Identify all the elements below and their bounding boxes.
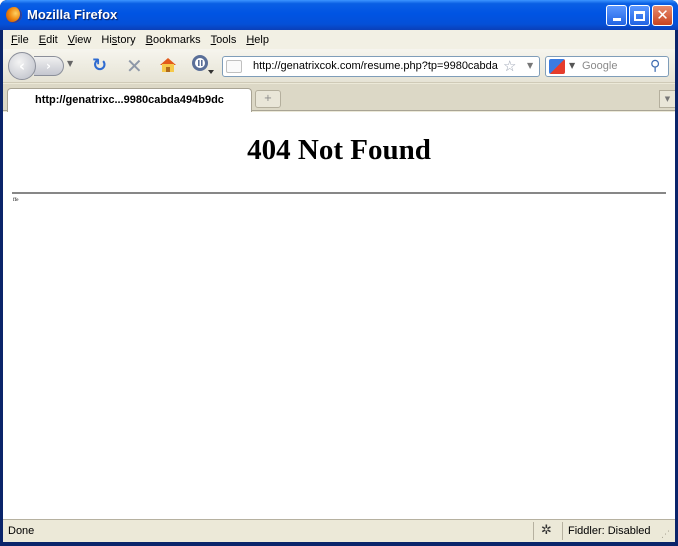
maximize-button[interactable] [629, 5, 650, 26]
url-input[interactable]: http://genatrixcok.com/resume.php?tp=998… [253, 60, 498, 72]
menu-view[interactable]: View [65, 34, 99, 46]
menu-history[interactable]: History [98, 34, 142, 46]
url-bar[interactable]: http://genatrixcok.com/resume.php?tp=998… [222, 56, 540, 77]
browser-window: Mozilla Firefox ✕ File Edit View History… [0, 0, 678, 546]
menu-bookmarks[interactable]: Bookmarks [143, 34, 208, 46]
page-heading: 404 Not Found [247, 134, 431, 166]
close-icon: ✕ [656, 6, 669, 24]
google-icon[interactable] [549, 59, 565, 74]
minimize-button[interactable] [606, 5, 627, 26]
forward-icon: › [46, 59, 51, 73]
resize-grip[interactable]: ⋰ [661, 530, 673, 542]
tab-strip: http://genatrixc...9980cabda494b9dc + ▼ [3, 84, 675, 112]
tab-list-icon[interactable]: ▼ [659, 90, 675, 108]
home-icon[interactable] [158, 55, 178, 75]
search-icon[interactable]: ⚲ [650, 58, 660, 74]
status-separator [533, 522, 534, 540]
title-bar[interactable]: Mozilla Firefox ✕ [0, 0, 678, 30]
back-button[interactable]: ‹ [8, 52, 36, 80]
close-button[interactable]: ✕ [652, 5, 673, 26]
search-input[interactable]: Google [582, 60, 617, 72]
fiddler-status[interactable]: Fiddler: Disabled [568, 525, 651, 537]
minimize-icon [612, 18, 621, 21]
history-dropdown-icon[interactable]: ▼ [67, 59, 77, 73]
stop-icon[interactable]: ✕ [126, 56, 146, 76]
maximize-icon [634, 10, 645, 21]
fiddler-icon[interactable]: ✲ [541, 523, 557, 539]
new-tab-icon[interactable]: + [255, 90, 281, 108]
search-box[interactable]: ▼ Google ⚲ [545, 56, 669, 77]
forward-button[interactable]: › [34, 56, 64, 76]
page-content: 404 Not Found ffe [3, 112, 675, 519]
url-dropdown-icon[interactable]: ▼ [527, 61, 533, 70]
menu-edit[interactable]: Edit [36, 34, 65, 46]
status-separator [562, 522, 563, 540]
addon-icon[interactable] [189, 53, 215, 77]
divider [12, 192, 666, 194]
star-icon[interactable]: ☆ [503, 57, 516, 75]
tab-label: http://genatrixc...9980cabda494b9dc [35, 94, 224, 106]
site-identity-icon[interactable] [226, 60, 242, 73]
menu-tools[interactable]: Tools [208, 34, 244, 46]
window-title: Mozilla Firefox [27, 7, 118, 22]
tab-active[interactable]: http://genatrixc...9980cabda494b9dc [7, 88, 252, 112]
reload-icon[interactable]: ↻ [92, 57, 112, 77]
menu-file[interactable]: File [8, 34, 36, 46]
status-text: Done [8, 525, 35, 537]
page-small-text: ffe [13, 198, 19, 203]
status-bar: Done ✲ Fiddler: Disabled ⋰ [3, 519, 675, 542]
search-engine-dropdown-icon[interactable]: ▼ [569, 61, 575, 70]
navigation-toolbar: › ‹ ▼ ↻ ✕ http://genatrixcok.com/resume.… [3, 49, 675, 83]
firefox-icon [6, 7, 22, 23]
browser-frame: File Edit View History Bookmarks Tools H… [3, 30, 675, 542]
menu-help[interactable]: Help [243, 34, 276, 46]
menu-bar: File Edit View History Bookmarks Tools H… [3, 30, 675, 49]
back-icon: ‹ [18, 57, 26, 75]
